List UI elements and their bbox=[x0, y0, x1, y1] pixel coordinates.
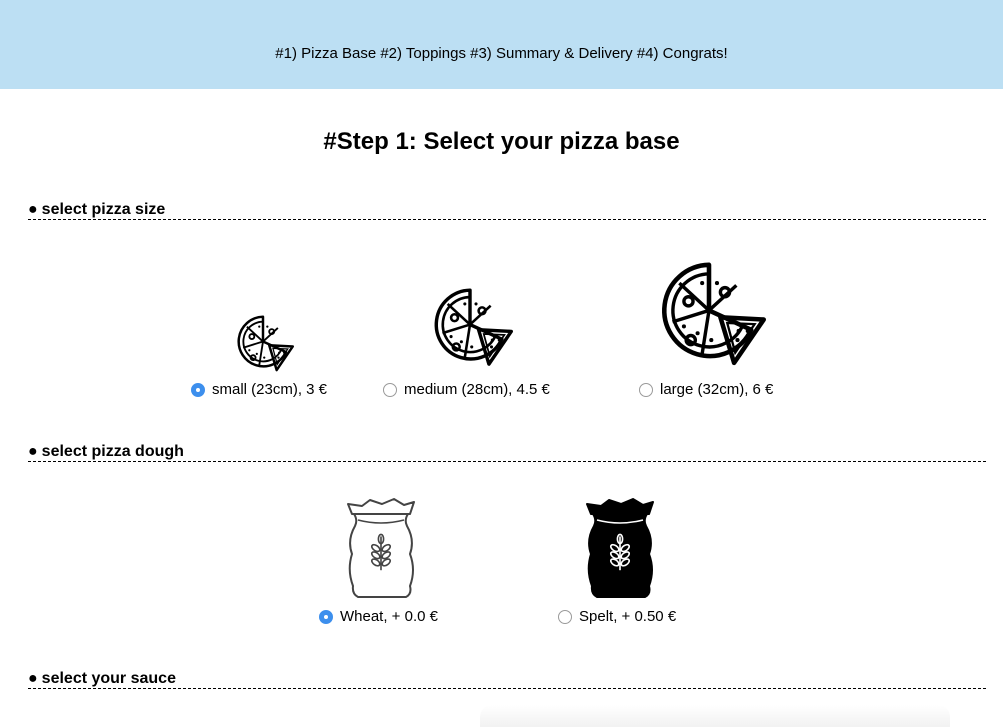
section-heading-dough-label: select pizza dough bbox=[41, 443, 184, 460]
section-heading-size-label: select pizza size bbox=[41, 201, 166, 218]
size-option-small[interactable]: small (23cm), 3 € bbox=[191, 381, 327, 398]
page-title: #Step 1: Select your pizza base bbox=[323, 128, 680, 155]
size-large-radio[interactable] bbox=[639, 382, 653, 397]
dough-option-spelt[interactable]: Spelt, + 0.50 € bbox=[558, 608, 676, 625]
pizza-icon[interactable] bbox=[229, 313, 297, 375]
size-option-medium[interactable]: medium (28cm), 4.5 € bbox=[383, 381, 550, 398]
section-heading-sauce-label: select your sauce bbox=[41, 670, 176, 687]
dough-spelt-radio[interactable] bbox=[558, 609, 572, 624]
pizza-icon[interactable] bbox=[421, 285, 519, 371]
dough-wheat-radio[interactable] bbox=[319, 609, 333, 624]
step-navigation-text[interactable]: #1) Pizza Base #2) Toppings #3) Summary … bbox=[0, 45, 1003, 62]
section-heading-size: ● select pizza size bbox=[28, 200, 986, 220]
bullet: ● bbox=[28, 201, 38, 218]
size-medium-radio[interactable] bbox=[383, 382, 397, 397]
size-option-large[interactable]: large (32cm), 6 € bbox=[639, 381, 773, 398]
size-small-label: small (23cm), 3 € bbox=[212, 381, 328, 398]
dough-spelt-label: Spelt, + 0.50 € bbox=[579, 608, 677, 625]
size-large-label: large (32cm), 6 € bbox=[660, 381, 774, 398]
page: #1) Pizza Base #2) Toppings #3) Summary … bbox=[0, 0, 1003, 727]
dough-wheat-label: Wheat, + 0.0 € bbox=[340, 608, 438, 625]
dough-option-wheat[interactable]: Wheat, + 0.0 € bbox=[319, 608, 438, 625]
scroll-fade-shadow bbox=[480, 705, 950, 727]
flour-sack-filled-icon[interactable] bbox=[583, 496, 657, 600]
section-heading-sauce: ● select your sauce bbox=[28, 669, 986, 689]
size-small-radio[interactable] bbox=[191, 382, 205, 397]
section-heading-dough: ● select pizza dough bbox=[28, 442, 986, 462]
pizza-icon[interactable] bbox=[644, 258, 774, 372]
bullet: ● bbox=[28, 443, 38, 460]
step-navigation-bar: #1) Pizza Base #2) Toppings #3) Summary … bbox=[0, 0, 1003, 89]
size-medium-label: medium (28cm), 4.5 € bbox=[404, 381, 550, 398]
flour-sack-outline-icon[interactable] bbox=[344, 496, 418, 600]
bullet: ● bbox=[28, 670, 38, 687]
